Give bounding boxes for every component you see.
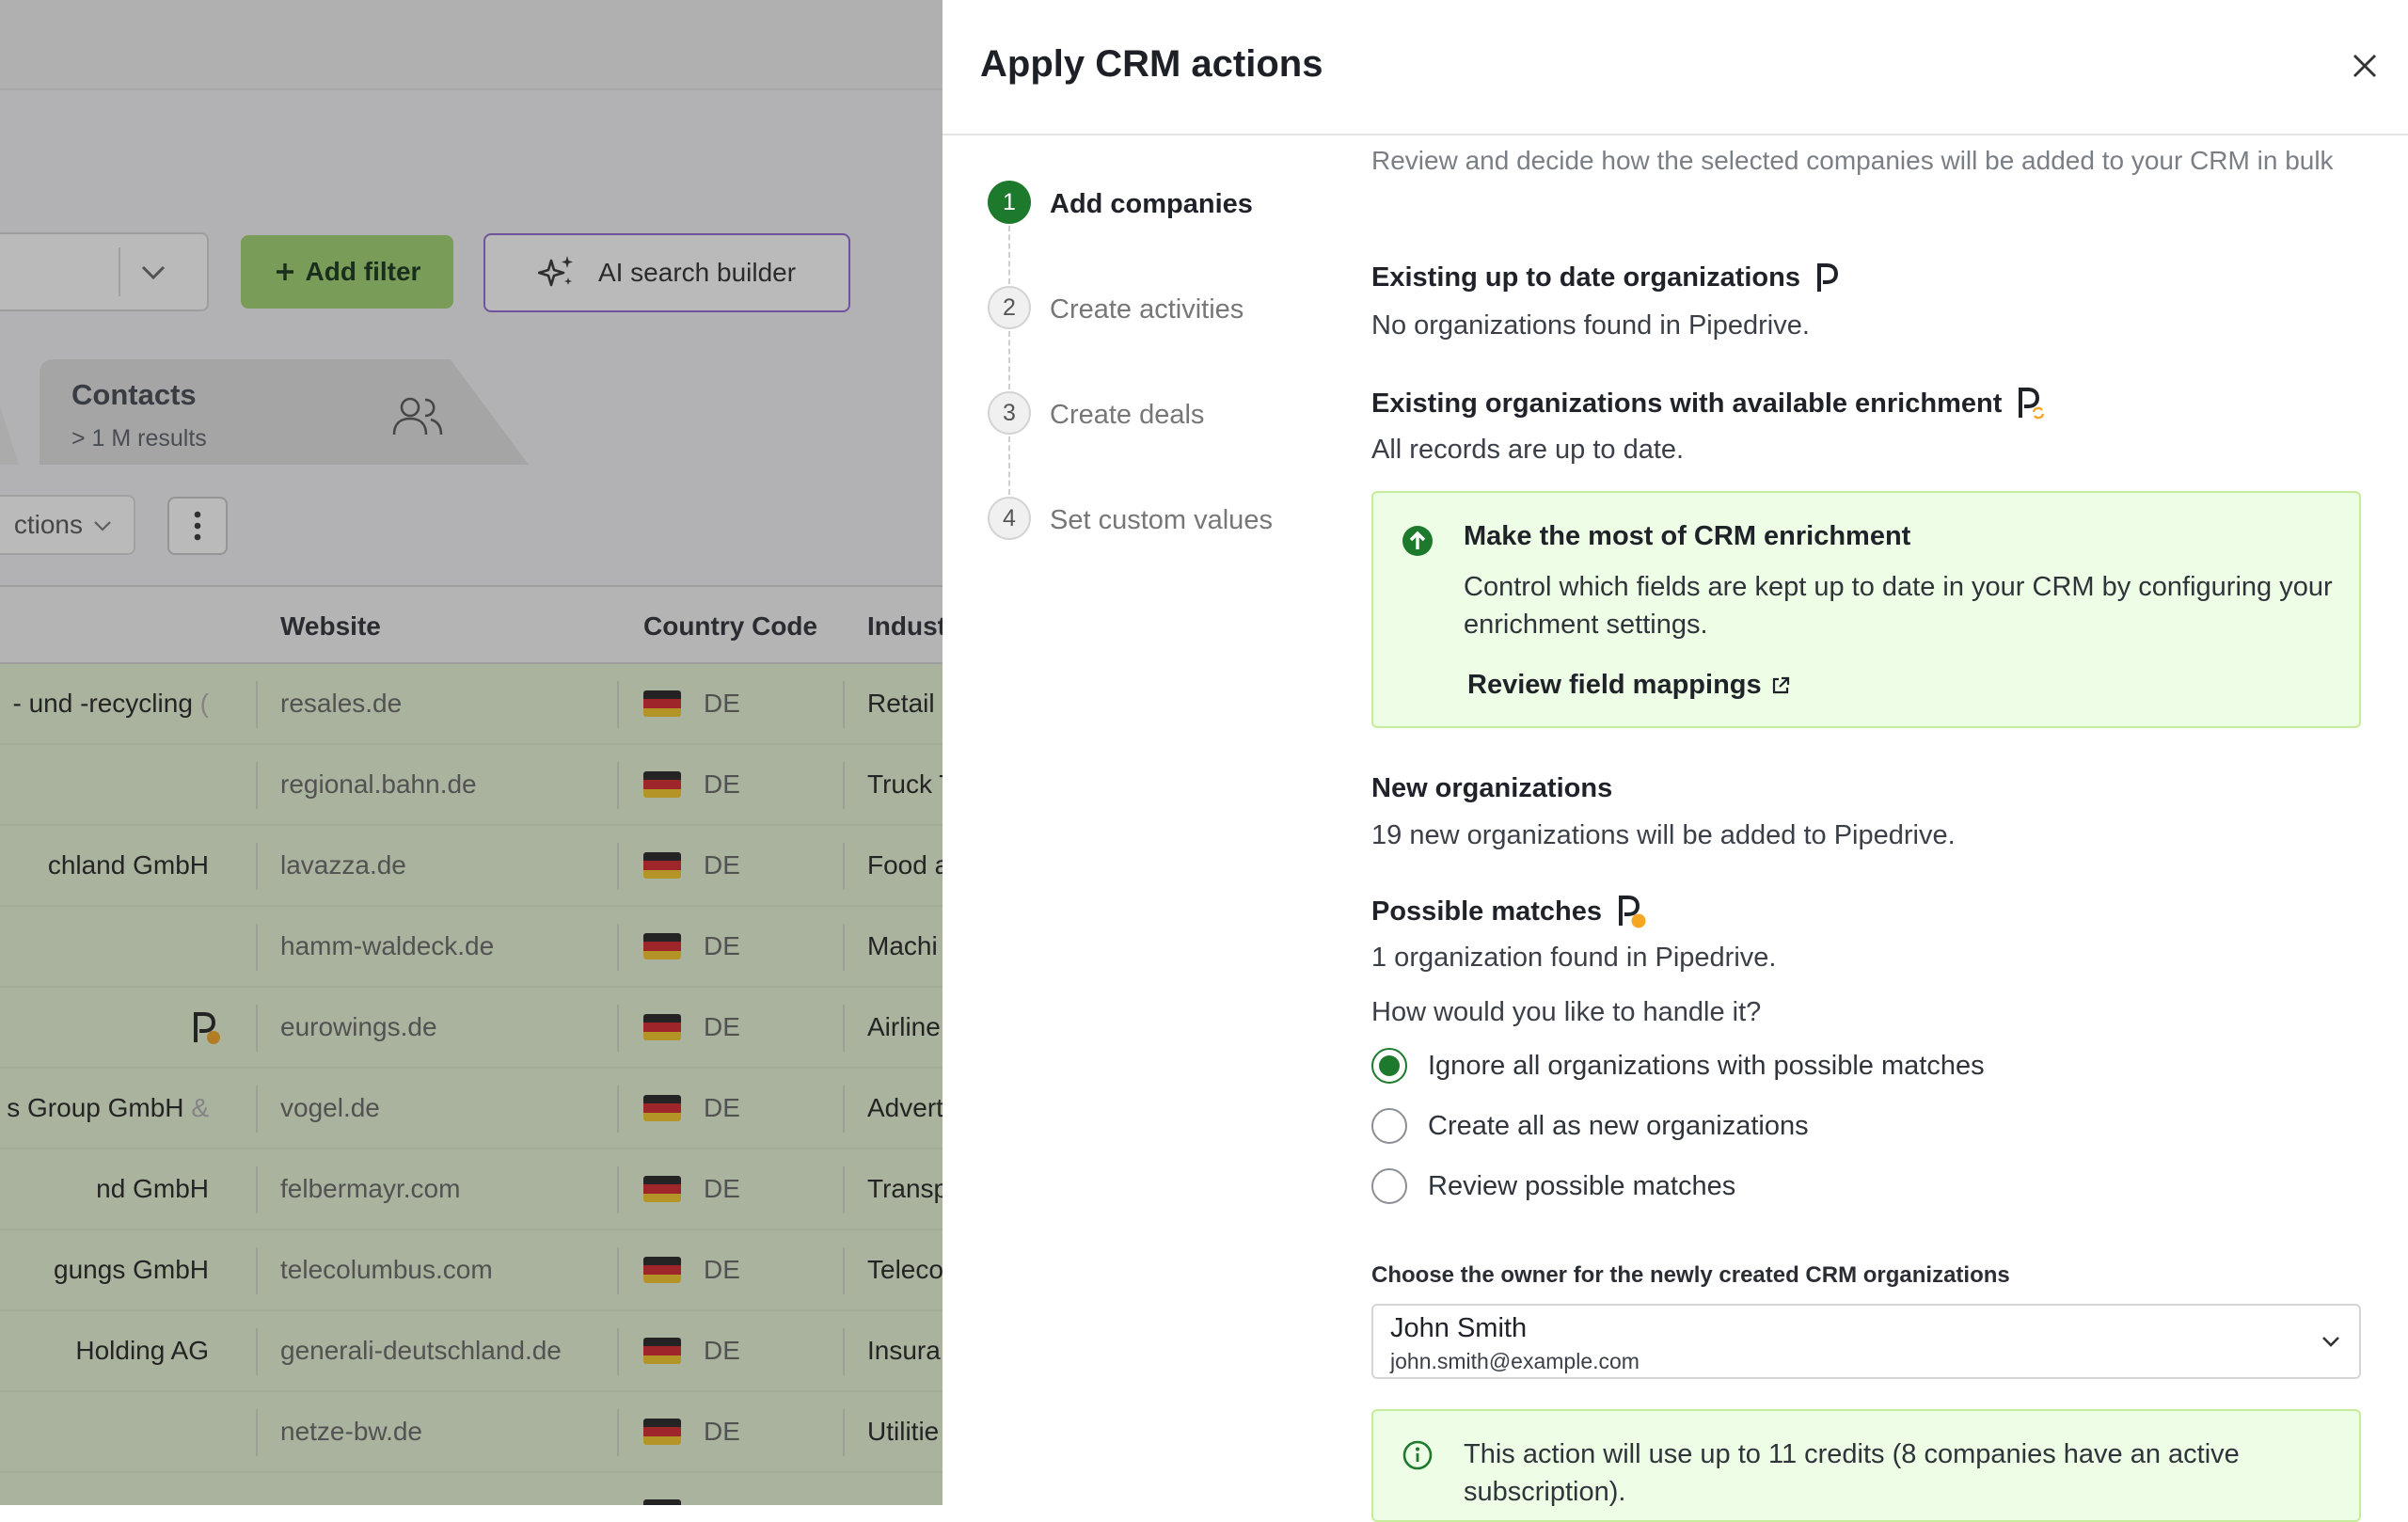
apply-crm-actions-drawer: Apply CRM actions 1 Add companies 2 Crea… xyxy=(943,0,2408,1522)
pipedrive-sync-icon xyxy=(2019,388,2046,420)
existing-up-to-date-title: Existing up to date organizations xyxy=(1371,262,1800,293)
step-label: Set custom values xyxy=(1050,505,1273,535)
owner-select[interactable]: John Smith john.smith@example.com xyxy=(1371,1304,2361,1379)
pipedrive-match-icon xyxy=(1619,896,1646,928)
radio-create-new[interactable]: Create all as new organizations xyxy=(1371,1106,1809,1146)
existing-enrichment-text: All records are up to date. xyxy=(1371,435,1685,465)
owner-field-label: Choose the owner for the newly created C… xyxy=(1371,1262,2010,1288)
step-label: Create activities xyxy=(1050,294,1244,325)
step-label: Create deals xyxy=(1050,400,1205,430)
radio-label: Ignore all organizations with possible m… xyxy=(1428,1050,1985,1081)
step-label: Add companies xyxy=(1050,189,1253,219)
crm-enrichment-promo: Make the most of CRM enrichment Control … xyxy=(1371,491,2361,728)
step-set-custom-values[interactable]: 4 Set custom values xyxy=(988,497,1326,544)
existing-up-to-date-text: No organizations found in Pipedrive. xyxy=(1371,310,1810,341)
existing-enrichment-title: Existing organizations with available en… xyxy=(1371,388,2003,419)
possible-matches-question: How would you like to handle it? xyxy=(1371,997,1762,1027)
review-field-mappings-label: Review field mappings xyxy=(1467,670,1762,700)
drawer-header: Apply CRM actions xyxy=(943,0,2408,135)
existing-enrichment-heading: Existing organizations with available en… xyxy=(1371,386,2047,421)
chevron-down-icon xyxy=(2322,1337,2339,1347)
pipedrive-icon xyxy=(1816,263,1838,292)
step-number: 4 xyxy=(988,497,1031,540)
info-icon xyxy=(1402,1440,1433,1470)
new-organizations-text: 19 new organizations will be added to Pi… xyxy=(1371,820,1956,850)
radio-label: Review possible matches xyxy=(1428,1170,1736,1201)
close-button[interactable] xyxy=(2344,45,2385,87)
new-organizations-title: New organizations xyxy=(1371,773,1613,803)
step-connector xyxy=(1008,226,1010,284)
review-field-mappings-link[interactable]: Review field mappings xyxy=(1467,670,1792,701)
existing-up-to-date-heading: Existing up to date organizations xyxy=(1371,262,1840,293)
step-create-activities[interactable]: 2 Create activities xyxy=(988,286,1326,333)
radio-indicator[interactable] xyxy=(1371,1108,1407,1144)
drawer-title: Apply CRM actions xyxy=(980,43,1323,85)
radio-indicator[interactable] xyxy=(1371,1168,1407,1204)
modal-backdrop[interactable] xyxy=(0,0,943,1505)
promo-title: Make the most of CRM enrichment xyxy=(1464,521,1911,551)
step-create-deals[interactable]: 3 Create deals xyxy=(988,391,1326,438)
close-icon xyxy=(2353,55,2376,77)
possible-matches-heading: Possible matches xyxy=(1371,894,1647,929)
promo-text: Control which fields are kept up to date… xyxy=(1464,572,2333,640)
intro-text: Review and decide how the selected compa… xyxy=(1371,146,2334,175)
possible-matches-text: 1 organization found in Pipedrive. xyxy=(1371,943,1777,973)
radio-ignore-matches[interactable]: Ignore all organizations with possible m… xyxy=(1371,1046,1985,1086)
step-number: 1 xyxy=(988,181,1031,224)
possible-matches-title: Possible matches xyxy=(1371,896,1602,927)
step-connector xyxy=(1008,331,1010,389)
radio-indicator[interactable] xyxy=(1371,1048,1407,1084)
new-organizations-heading: New organizations xyxy=(1371,773,1612,804)
step-number: 3 xyxy=(988,391,1031,435)
credits-info-box: This action will use up to 11 credits (8… xyxy=(1371,1409,2361,1522)
step-connector xyxy=(1008,436,1010,495)
radio-review-matches[interactable]: Review possible matches xyxy=(1371,1166,1735,1206)
radio-label: Create all as new organizations xyxy=(1428,1110,1809,1141)
owner-name: John Smith xyxy=(1390,1313,1528,1343)
step-number: 2 xyxy=(988,286,1031,329)
owner-email: john.smith@example.com xyxy=(1390,1349,1640,1373)
external-link-icon xyxy=(1772,676,1789,693)
background-app: Add filter AI search builder Contacts > … xyxy=(0,0,943,1505)
step-add-companies[interactable]: 1 Add companies xyxy=(988,181,1326,228)
credits-info-text: This action will use up to 11 credits (8… xyxy=(1464,1439,2240,1507)
arrow-up-circle-icon xyxy=(1402,526,1433,556)
